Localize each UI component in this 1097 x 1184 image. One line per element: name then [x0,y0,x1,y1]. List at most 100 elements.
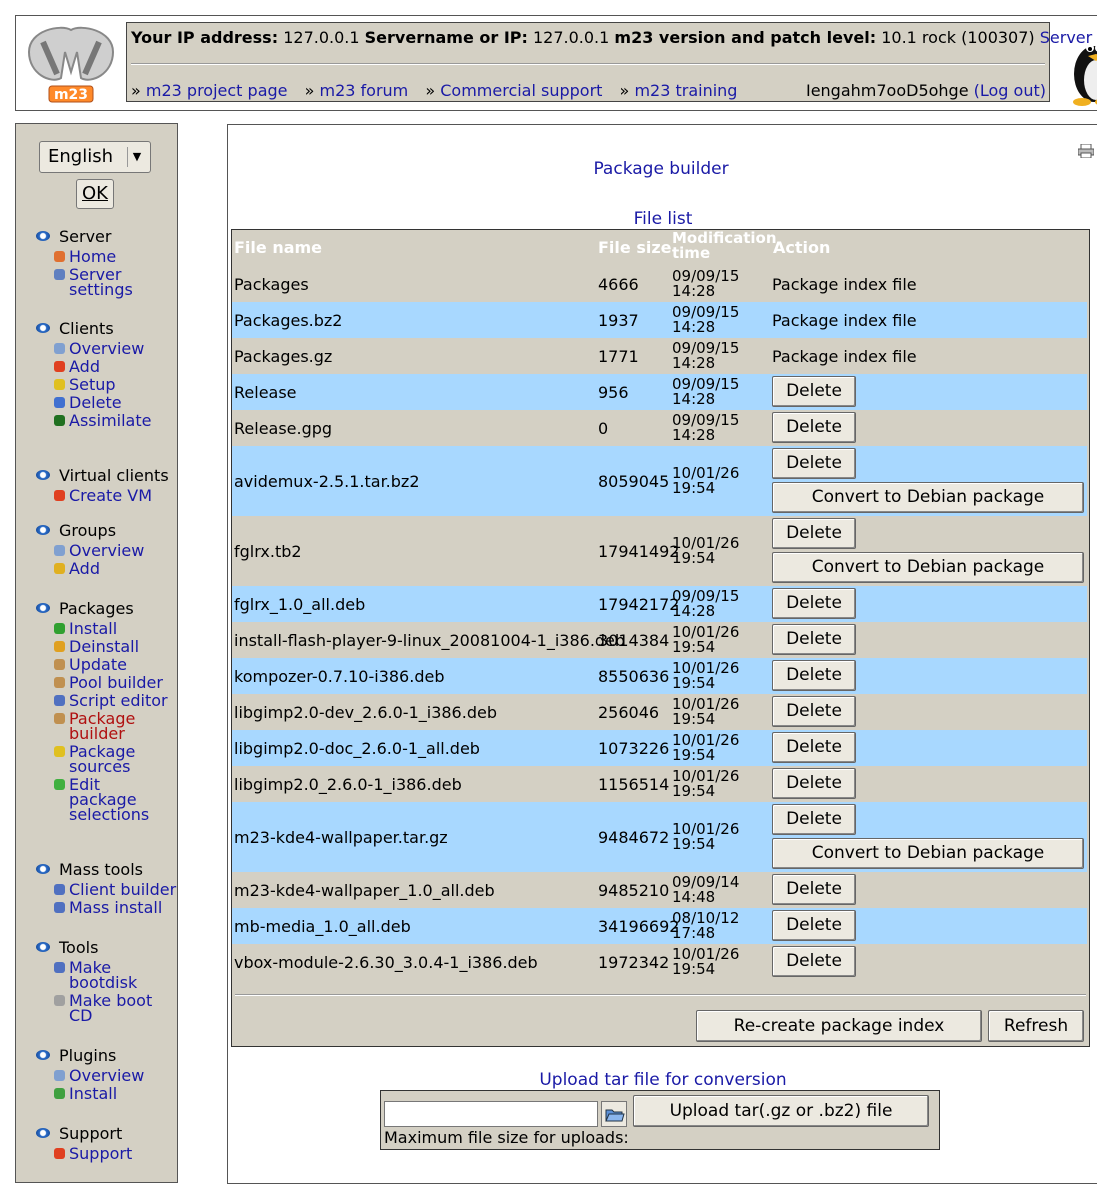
m23-logo[interactable]: m23 [21,22,121,106]
sidebar-item-overview[interactable]: Overview [36,341,151,357]
delete-button[interactable]: Delete [772,696,856,727]
delete-button[interactable]: Delete [772,588,856,619]
sidebar-item-home[interactable]: Home [36,247,169,266]
magnifier-icon [54,545,65,556]
server-info-line: Your IP address: 127.0.0.1 Servername or… [131,28,1097,47]
language-select[interactable]: English ▼ [39,141,151,173]
server-info-box: Your IP address: 127.0.0.1 Servername or… [126,22,1097,102]
modification-time: 10/01/26 19:54 [672,466,739,496]
delete-button[interactable]: Delete [772,376,856,407]
sidebar-item-add[interactable]: Add [36,561,144,577]
sidebar-item-overview[interactable]: Overview [36,543,144,559]
menu-group-title[interactable]: Tools [36,939,169,957]
menu-group-title[interactable]: Clients [36,320,151,338]
nav-link-commercial-support[interactable]: Commercial support [440,81,602,100]
sidebar-item-client-builder[interactable]: Client builder [36,882,176,898]
top-nav: » m23 project page » m23 forum » Commerc… [131,81,749,100]
sidebar-item-install[interactable]: Install [36,621,169,637]
delete-button[interactable]: Delete [772,448,856,479]
bullet-icon [36,323,50,333]
page-title[interactable]: Package builder [228,159,1094,179]
table-row: vbox-module-2.6.30_3.0.4-1_i386.deb 19723… [232,944,1087,980]
action-text: Package index file [772,275,917,294]
delete-button[interactable]: Delete [772,910,856,941]
nav-link-forum[interactable]: m23 forum [319,81,408,100]
convert-to-debian-button[interactable]: Convert to Debian package [772,552,1084,583]
bullet-icon [36,942,50,952]
sidebar-item-server-settings[interactable]: Server settings [36,267,169,298]
delete-button[interactable]: Delete [772,732,856,763]
file-name: kompozer-0.7.10-i386.deb [234,667,445,686]
column-header-file-name: File name [234,238,323,257]
star-icon [54,563,65,574]
file-name: Release.gpg [234,419,333,438]
menu-group-title[interactable]: Virtual clients [36,467,169,485]
file-list-caption[interactable]: File list [228,209,1097,229]
modification-time: 09/09/15 14:28 [672,413,739,443]
sidebar-item-support[interactable]: Support [36,1146,132,1162]
delete-button[interactable]: Delete [772,412,856,443]
table-row: libgimp2.0_2.6.0-1_i386.deb 1156514 10/01/… [232,766,1087,802]
sidebar-item-add[interactable]: Add [36,359,151,375]
menu-group-clients: Clients Overview Add Setup Delete Assimilate [36,320,151,429]
sidebar-item-install[interactable]: Install [36,1086,144,1102]
sidebar-item-update[interactable]: Update [36,657,169,673]
sidebar-item-deinstall[interactable]: Deinstall [36,639,169,655]
menu-group-title[interactable]: Plugins [36,1047,144,1065]
sidebar-item-edit-package-selections[interactable]: Edit package selections [36,777,169,823]
sidebar-item-assimilate[interactable]: Assimilate [36,413,151,429]
sidebar-item-setup[interactable]: Setup [36,377,151,393]
dropdown-arrow-icon[interactable]: ▼ [127,147,146,167]
sidebar-item-package-builder[interactable]: Package builder [36,711,169,742]
delete-button[interactable]: Delete [772,660,856,691]
logout-link[interactable]: (Log out) [974,81,1046,100]
convert-to-debian-button[interactable]: Convert to Debian package [772,838,1084,869]
recreate-package-index-button[interactable]: Re-create package index [696,1010,982,1042]
nav-link-training[interactable]: m23 training [634,81,737,100]
bullet-icon [36,525,50,535]
print-icon[interactable] [1077,143,1095,159]
menu-group-title[interactable]: Groups [36,522,144,540]
bullet-icon [36,1050,50,1060]
username: Iengahm7ooD5ohge [805,81,969,100]
modification-clock: 19:54 [672,782,716,800]
delete-button[interactable]: Delete [772,624,856,655]
menu-group-server: Server Home Server settings [36,228,169,298]
modification-time: 09/09/15 14:28 [672,377,739,407]
sidebar-item-package-sources[interactable]: Package sources [36,744,169,775]
lifebuoy-icon [54,1148,65,1159]
sidebar-item-pool-builder[interactable]: Pool builder [36,675,169,691]
sidebar-item-overview[interactable]: Overview [36,1068,144,1084]
sidebar-item-make-bootdisk[interactable]: Make bootdisk [36,960,169,991]
sidebar-item-label: Home [69,247,117,266]
sidebar-item-script-editor[interactable]: Script editor [36,693,169,709]
nav-link-project-page[interactable]: m23 project page [146,81,288,100]
delete-button[interactable]: Delete [772,946,856,977]
file-size: 1073226 [598,739,670,758]
modification-time: 08/10/12 17:48 [672,911,739,941]
browse-folder-icon[interactable] [601,1101,627,1127]
sidebar-item-make-boot-cd[interactable]: Make boot CD [36,993,169,1024]
refresh-button[interactable]: Refresh [988,1010,1084,1042]
upload-file-input[interactable] [384,1101,598,1127]
menu-group-title[interactable]: Support [36,1125,132,1143]
menu-group-title[interactable]: Mass tools [36,861,176,879]
modification-clock: 14:28 [672,318,716,336]
modification-clock: 14:28 [672,602,716,620]
language-ok-button[interactable]: OK [76,179,114,209]
client-builder-icon [54,884,65,895]
sidebar-item-delete[interactable]: Delete [36,395,151,411]
delete-button[interactable]: Delete [772,768,856,799]
convert-to-debian-button[interactable]: Convert to Debian package [772,482,1084,513]
delete-button[interactable]: Delete [772,518,856,549]
table-row: libgimp2.0-dev_2.6.0-1_i386.deb 256046 10/… [232,694,1087,730]
upload-caption[interactable]: Upload tar file for conversion [228,1070,1097,1090]
menu-group-title[interactable]: Packages [36,600,169,618]
delete-button[interactable]: Delete [772,874,856,905]
delete-button[interactable]: Delete [772,804,856,835]
sidebar-item-mass-install[interactable]: Mass install [36,900,176,916]
modification-time: 10/01/26 19:54 [672,769,739,799]
upload-tar-file-button[interactable]: Upload tar(.gz or .bz2) file [633,1095,929,1127]
sidebar-item-create-vm[interactable]: Create VM [36,488,169,504]
menu-group-title[interactable]: Server [36,228,169,246]
